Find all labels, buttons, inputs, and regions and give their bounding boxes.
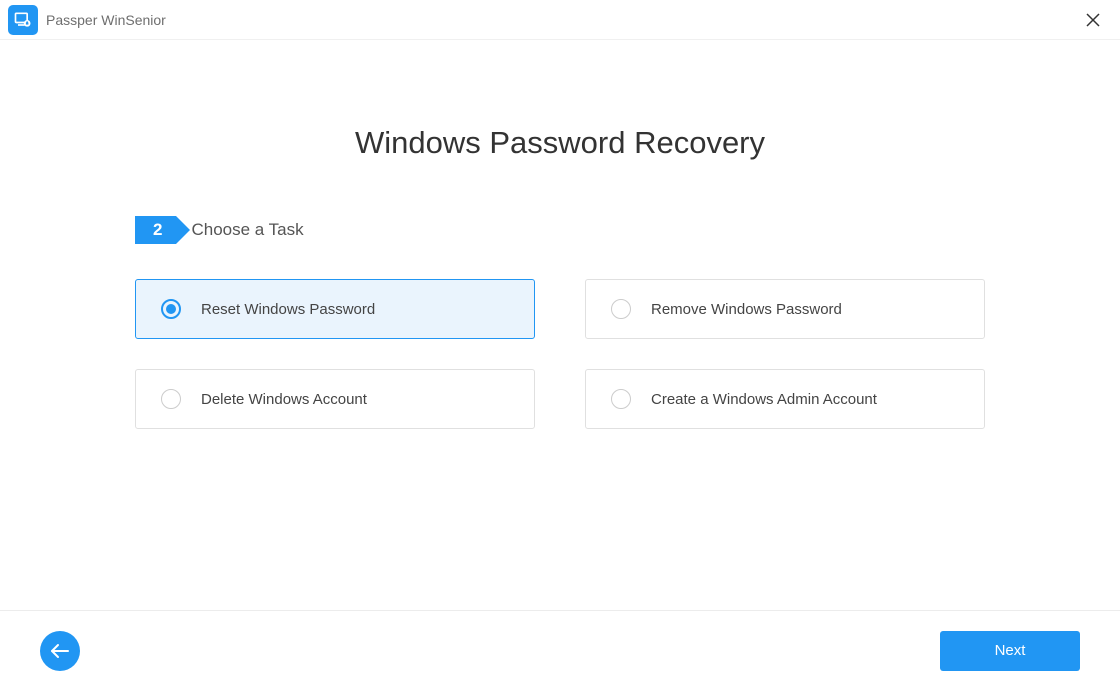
- option-label: Create a Windows Admin Account: [651, 391, 877, 408]
- step-label: Choose a Task: [191, 220, 303, 240]
- close-icon: [1086, 13, 1100, 27]
- close-button[interactable]: [1078, 5, 1108, 35]
- page-title: Windows Password Recovery: [355, 125, 765, 161]
- titlebar: Passper WinSenior: [0, 0, 1120, 40]
- option-label: Remove Windows Password: [651, 301, 842, 318]
- titlebar-left: Passper WinSenior: [8, 5, 166, 35]
- radio-icon: [161, 299, 181, 319]
- radio-icon: [161, 389, 181, 409]
- arrow-left-icon: [50, 643, 70, 659]
- step-header: 2 Choose a Task: [135, 216, 985, 244]
- app-icon: [8, 5, 38, 35]
- option-remove-password[interactable]: Remove Windows Password: [585, 279, 985, 339]
- next-button[interactable]: Next: [940, 631, 1080, 671]
- option-create-admin[interactable]: Create a Windows Admin Account: [585, 369, 985, 429]
- option-label: Reset Windows Password: [201, 301, 375, 318]
- radio-icon: [611, 389, 631, 409]
- option-reset-password[interactable]: Reset Windows Password: [135, 279, 535, 339]
- footer: Next: [0, 610, 1120, 690]
- options-grid: Reset Windows Password Remove Windows Pa…: [135, 279, 985, 429]
- back-button[interactable]: [40, 631, 80, 671]
- option-delete-account[interactable]: Delete Windows Account: [135, 369, 535, 429]
- radio-icon: [611, 299, 631, 319]
- app-title: Passper WinSenior: [46, 12, 166, 28]
- main-content: Windows Password Recovery 2 Choose a Tas…: [0, 40, 1120, 610]
- option-label: Delete Windows Account: [201, 391, 367, 408]
- step-badge: 2: [135, 216, 176, 244]
